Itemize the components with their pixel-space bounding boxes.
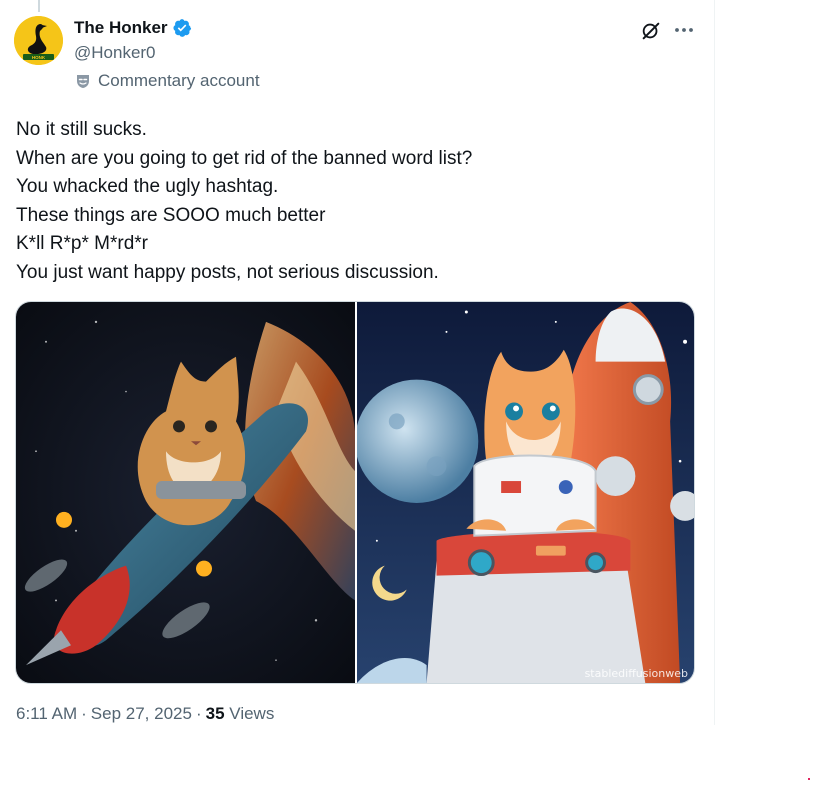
tweet-line: You just want happy posts, not serious d… — [16, 261, 439, 283]
tweet-date[interactable]: Sep 27, 2025 — [91, 704, 192, 724]
image-watermark: stablediffusionweb — [584, 667, 688, 680]
handle[interactable]: @Honker0 — [74, 43, 156, 63]
commentary-label: Commentary account — [74, 71, 260, 91]
thread-connector-line — [38, 0, 40, 12]
grok-icon[interactable] — [640, 20, 662, 42]
views: 35 Views — [206, 704, 275, 724]
tweet-line: When are you going to get rid of the ban… — [16, 147, 473, 169]
commentary-text: Commentary account — [98, 71, 260, 90]
svg-text:HONK: HONK — [32, 55, 46, 60]
name-row: The Honker — [74, 18, 192, 38]
media-grid: stablediffusionweb — [15, 301, 695, 684]
stray-pixel — [808, 778, 810, 780]
media-image-left[interactable] — [16, 302, 355, 683]
views-count: 35 — [205, 704, 225, 723]
avatar[interactable]: HONK — [14, 16, 63, 65]
tweet-time[interactable]: 6:11 AM — [16, 704, 77, 724]
media-image-right[interactable]: stablediffusionweb — [357, 302, 694, 683]
meta-separator: · — [81, 704, 87, 723]
tweet-line: You whacked the ugly hashtag. — [16, 176, 279, 198]
goose-logo: HONK — [14, 16, 63, 65]
column-border — [714, 0, 715, 725]
tweet-text: No it still sucks. When are you going to… — [16, 116, 706, 288]
mask-icon — [77, 75, 89, 88]
views-label: Views — [229, 704, 275, 723]
tweet-line: No it still sucks. — [16, 119, 147, 140]
kitten-astronaut-image — [357, 302, 694, 683]
verified-badge-icon[interactable] — [172, 18, 192, 38]
tweet-line: These things are SOOO much better — [16, 204, 326, 226]
display-name[interactable]: The Honker — [74, 18, 168, 38]
meta-separator: · — [195, 704, 202, 723]
more-icon[interactable] — [672, 19, 696, 41]
tweet-meta: 6:11 AM · Sep 27, 2025 · 35 Views — [16, 704, 274, 724]
tweet-line: K*ll R*p* M*rd*r — [16, 233, 148, 255]
cat-rocket-image — [16, 302, 355, 683]
